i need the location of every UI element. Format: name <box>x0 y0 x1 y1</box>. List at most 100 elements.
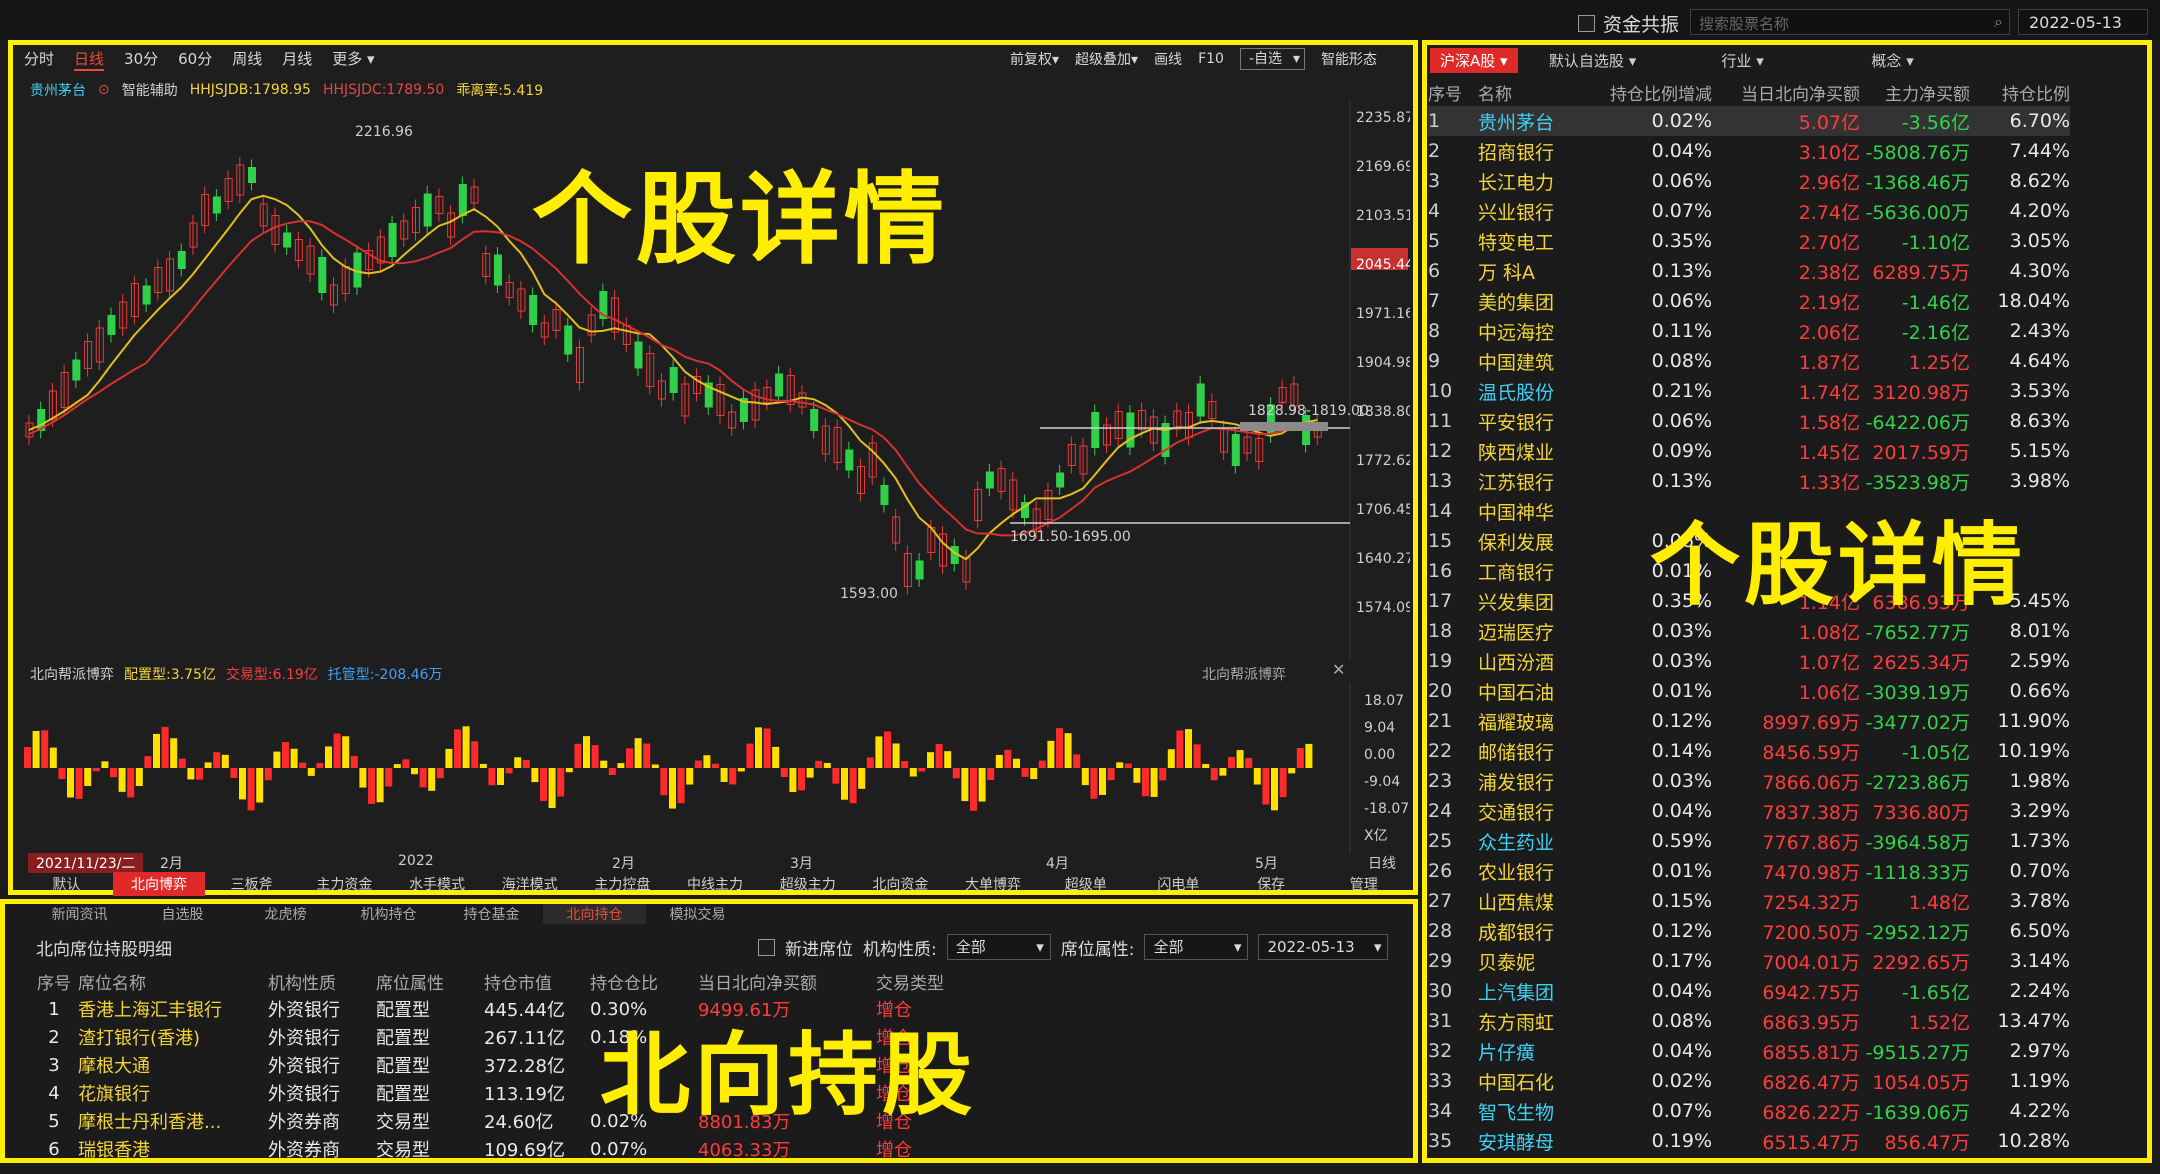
stock-row[interactable]: 23 浦发银行 0.03% 7866.06万 -2723.86万 1.98% <box>1428 766 2070 796</box>
north-col-seat: 席位名称 <box>78 973 146 994</box>
stock-row[interactable]: 28 成都银行 0.12% 7200.50万 -2952.12万 6.50% <box>1428 916 2070 946</box>
info-tab-news[interactable]: 新闻资讯 <box>28 904 131 924</box>
ind-tab-11[interactable]: 超级单 <box>1039 872 1132 896</box>
period-tab-60m[interactable]: 60分 <box>178 48 212 71</box>
stock-row[interactable]: 6 万 科A 0.13% 2.38亿 6289.75万 4.30% <box>1428 256 2070 286</box>
org-type-select[interactable]: 全部 <box>946 934 1051 960</box>
ind-tab-8[interactable]: 超级主力 <box>761 872 854 896</box>
ind-tab-1[interactable]: 北向博弈 <box>112 872 206 896</box>
ind-tab-9[interactable]: 北向资金 <box>854 872 947 896</box>
adjust-dropdown[interactable]: 前复权▾ <box>1010 49 1059 69</box>
stock-cell: 10.19% <box>1997 740 2070 762</box>
info-tab-north[interactable]: 北向持仓 <box>543 904 646 924</box>
stock-row[interactable]: 32 片仔癀 0.04% 6855.81万 -9515.27万 2.97% <box>1428 1036 2070 1066</box>
stock-row[interactable]: 31 东方雨虹 0.08% 6863.95万 1.52亿 13.47% <box>1428 1006 2070 1036</box>
stock-row[interactable]: 27 山西焦煤 0.15% 7254.32万 1.48亿 3.78% <box>1428 886 2070 916</box>
stock-name[interactable]: 贵州茅台 <box>30 80 86 100</box>
stock-cell: 3.53% <box>2009 380 2070 402</box>
list-tab-concept[interactable]: 概念 ▾ <box>1818 50 1968 71</box>
period-tab-fenshi[interactable]: 分时 <box>24 48 54 71</box>
stock-cell: 10 <box>1428 380 1453 402</box>
period-tab-30m[interactable]: 30分 <box>124 48 158 71</box>
sub-bar <box>419 768 427 788</box>
stock-row[interactable]: 11 平安银行 0.06% 1.58亿 -6422.06万 8.63% <box>1428 406 2070 436</box>
overlay-dropdown[interactable]: 超级叠加▾ <box>1075 49 1138 69</box>
ind-tab-13[interactable]: 保存 <box>1225 872 1318 896</box>
overlay-title-north: 北向持股 <box>600 1023 976 1128</box>
info-tab-sim[interactable]: 模拟交易 <box>646 904 749 924</box>
watchlist-select[interactable]: -自选 <box>1239 48 1305 70</box>
stock-row[interactable]: 33 中国石化 0.02% 6826.47万 1054.05万 1.19% <box>1428 1066 2070 1096</box>
stock-row[interactable]: 1 贵州茅台 0.02% 5.07亿 -3.56亿 6.70% <box>1428 106 2070 136</box>
stock-row[interactable]: 30 上汽集团 0.04% 6942.75万 -1.65亿 2.24% <box>1428 976 2070 1006</box>
stock-row[interactable]: 10 温氏股份 0.21% 1.74亿 3120.98万 3.53% <box>1428 376 2070 406</box>
sub-bar <box>608 768 616 775</box>
list-tab-industry[interactable]: 行业 ▾ <box>1668 50 1818 71</box>
stock-row[interactable]: 8 中远海控 0.11% 2.06亿 -2.16亿 2.43% <box>1428 316 2070 346</box>
north-game-bar-chart[interactable]: 18.07 9.04 0.00 -9.04 -18.07 X亿 <box>20 683 1410 853</box>
north-date-picker[interactable]: 2022-05-13 <box>1258 934 1389 960</box>
ind-tab-4[interactable]: 水手模式 <box>391 872 484 896</box>
ind-tab-2[interactable]: 三板斧 <box>205 872 298 896</box>
search-icon[interactable]: ⌕ <box>1994 12 2003 32</box>
info-tab-institution[interactable]: 机构持仓 <box>337 904 440 924</box>
stock-cell: 21 <box>1428 710 1453 732</box>
period-tab-monthly[interactable]: 月线 <box>282 48 312 71</box>
stock-cell: 34 <box>1428 1100 1453 1122</box>
dropdown-circle-icon[interactable]: ⊙ <box>98 82 110 98</box>
stock-row[interactable]: 21 福耀玻璃 0.12% 8997.69万 -3477.02万 11.90% <box>1428 706 2070 736</box>
date-picker[interactable]: 2022-05-13 <box>2018 9 2148 35</box>
north-row[interactable]: 6 瑞银香港 外资券商 交易型 109.69亿 0.07% 4063.33万 增仓 <box>30 1135 976 1163</box>
list-tab-watchlist[interactable]: 默认自选股 ▾ <box>1518 50 1668 71</box>
ind-tab-10[interactable]: 大单博弈 <box>947 872 1040 896</box>
candle-body <box>177 251 186 269</box>
stock-row[interactable]: 9 中国建筑 0.08% 1.87亿 1.25亿 4.64% <box>1428 346 2070 376</box>
north-col-attr: 席位属性 <box>376 973 444 994</box>
ind-tab-12[interactable]: 闪电单 <box>1132 872 1225 896</box>
checkbox-icon[interactable] <box>1578 15 1595 32</box>
ind-tab-3[interactable]: 主力资金 <box>298 872 391 896</box>
seat-type-select[interactable]: 全部 <box>1144 934 1249 960</box>
info-tab-dragon[interactable]: 龙虎榜 <box>234 904 337 924</box>
stock-row[interactable]: 34 智飞生物 0.07% 6826.22万 -1639.06万 4.22% <box>1428 1096 2070 1126</box>
stock-row[interactable]: 29 贝泰妮 0.17% 7004.01万 2292.65万 3.14% <box>1428 946 2070 976</box>
period-tab-weekly[interactable]: 周线 <box>232 48 262 71</box>
stock-row[interactable]: 12 陕西煤业 0.09% 1.45亿 2017.59万 5.15% <box>1428 436 2070 466</box>
search-placeholder: 搜索股票名称 <box>1699 15 1790 33</box>
ind-tab-14[interactable]: 管理 <box>1317 872 1410 896</box>
info-tab-watchlist[interactable]: 自选股 <box>131 904 234 924</box>
list-tab-ashares[interactable]: 沪深A股 ▾ <box>1430 48 1518 73</box>
sub-bar <box>780 768 788 778</box>
stock-row[interactable]: 26 农业银行 0.01% 7470.98万 -1118.33万 0.70% <box>1428 856 2070 886</box>
period-tab-daily[interactable]: 日线 <box>74 48 105 71</box>
stock-row[interactable]: 4 兴业银行 0.07% 2.74亿 -5636.00万 4.20% <box>1428 196 2070 226</box>
f10-button[interactable]: F10 <box>1198 51 1224 67</box>
stock-row[interactable]: 20 中国石油 0.01% 1.06亿 -3039.19万 0.66% <box>1428 676 2070 706</box>
stock-row[interactable]: 3 长江电力 0.06% 2.96亿 -1368.46万 8.62% <box>1428 166 2070 196</box>
fund-resonance-toggle[interactable]: 资金共振 <box>1578 10 1679 37</box>
stock-cell: 7254.32万 <box>1762 891 1860 914</box>
smart-assist-label[interactable]: 智能辅助 <box>122 80 178 100</box>
stock-cell: 1.73% <box>2009 830 2070 852</box>
stock-row[interactable]: 2 招商银行 0.04% 3.10亿 -5808.76万 7.44% <box>1428 136 2070 166</box>
stock-row[interactable]: 19 山西汾酒 0.03% 1.07亿 2625.34万 2.59% <box>1428 646 2070 676</box>
sub-bar <box>849 768 857 804</box>
stock-row[interactable]: 22 邮储银行 0.14% 8456.59万 -1.05亿 10.19% <box>1428 736 2070 766</box>
new-seat-checkbox[interactable] <box>758 938 775 956</box>
smart-pattern-button[interactable]: 智能形态 <box>1321 49 1377 69</box>
stock-row[interactable]: 7 美的集团 0.06% 2.19亿 -1.46亿 18.04% <box>1428 286 2070 316</box>
stock-row[interactable]: 35 安琪酵母 0.19% 6515.47万 856.47万 10.28% <box>1428 1126 2070 1156</box>
stock-row[interactable]: 24 交通银行 0.04% 7837.38万 7336.80万 3.29% <box>1428 796 2070 826</box>
close-icon[interactable]: ✕ <box>1332 660 1345 679</box>
sub-bar <box>161 726 169 768</box>
draw-line-button[interactable]: 画线 <box>1154 49 1182 69</box>
ind-tab-0[interactable]: 默认 <box>20 872 113 896</box>
stock-search-input[interactable]: 搜索股票名称 ⌕ <box>1690 9 2010 35</box>
ind-tab-6[interactable]: 主力控盘 <box>576 872 669 896</box>
stock-row[interactable]: 5 特变电工 0.35% 2.70亿 -1.10亿 3.05% <box>1428 226 2070 256</box>
ind-tab-5[interactable]: 海洋模式 <box>483 872 576 896</box>
stock-row[interactable]: 25 众生药业 0.59% 7767.86万 -3964.58万 1.73% <box>1428 826 2070 856</box>
period-tab-more[interactable]: 更多 ▾ <box>332 48 374 71</box>
info-tab-fund[interactable]: 持仓基金 <box>440 904 543 924</box>
ind-tab-7[interactable]: 中线主力 <box>669 872 762 896</box>
